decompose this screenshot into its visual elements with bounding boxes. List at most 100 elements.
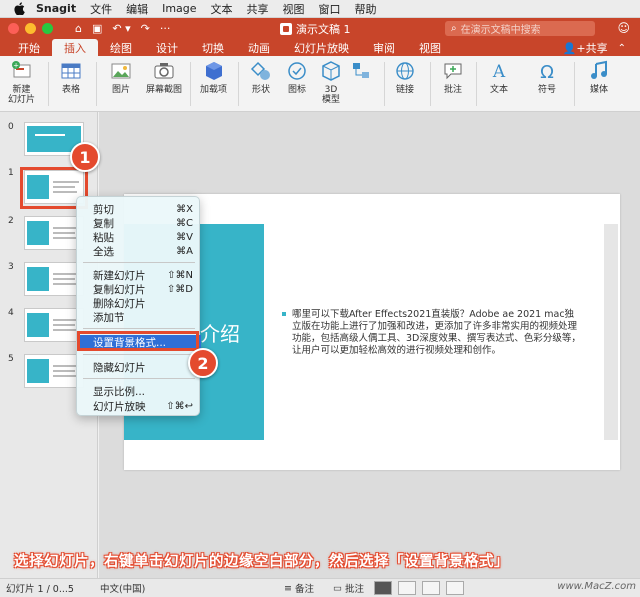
- tab-transitions[interactable]: 切换: [190, 39, 236, 56]
- language-status[interactable]: 中文(中国): [100, 581, 145, 595]
- text-icon: A: [492, 62, 506, 82]
- menu-edit[interactable]: 编辑: [126, 1, 148, 17]
- menu-item-delete-slide[interactable]: 删除幻灯片: [77, 296, 201, 310]
- comment-icon: ▭: [333, 582, 345, 594]
- menu-item-cut[interactable]: 剪切 ⌘X: [77, 202, 201, 216]
- undo-icon[interactable]: ↶ ▾: [112, 22, 130, 35]
- tab-draw[interactable]: 绘图: [98, 39, 144, 56]
- menu-item-duplicate-slide[interactable]: 复制幻灯片 ⇧⌘D: [77, 282, 201, 296]
- tab-animations[interactable]: 动画: [236, 39, 282, 56]
- tab-design[interactable]: 设计: [144, 39, 190, 56]
- camera-icon: [154, 63, 174, 79]
- icons-label: 图标: [287, 85, 306, 95]
- document-title: 演示文稿 1: [280, 21, 351, 37]
- apple-icon[interactable]: [12, 2, 26, 16]
- shapes-label: 形状: [251, 85, 270, 95]
- minimize-window-button[interactable]: [25, 22, 36, 34]
- comment-button[interactable]: 批注: [442, 60, 464, 95]
- table-label: 表格: [61, 85, 80, 95]
- close-window-button[interactable]: [8, 22, 19, 34]
- notes-button[interactable]: ≡ 备注: [284, 581, 314, 596]
- powerpoint-icon: [280, 23, 292, 35]
- save-icon[interactable]: ▣: [92, 22, 102, 35]
- shapes-button[interactable]: 形状: [250, 60, 272, 95]
- omega-icon: Ω: [540, 62, 554, 82]
- slide-scrollbar[interactable]: [604, 224, 618, 440]
- tab-view[interactable]: 视图: [407, 39, 453, 56]
- search-placeholder: 在演示文稿中搜索: [460, 25, 541, 36]
- smartart-button[interactable]: [350, 60, 372, 85]
- media-button[interactable]: 媒体: [588, 60, 610, 95]
- cube-icon: [205, 62, 222, 80]
- search-input[interactable]: ⌕ 在演示文稿中搜索: [445, 21, 595, 36]
- menu-share[interactable]: 共享: [247, 1, 269, 17]
- reading-view-button[interactable]: [422, 581, 440, 595]
- menu-file[interactable]: 文件: [90, 1, 112, 17]
- document-title-text: 演示文稿 1: [296, 23, 351, 36]
- slide-number: 3: [8, 262, 14, 272]
- globe-icon: [396, 62, 414, 80]
- slide-thumbnail-3[interactable]: [24, 262, 84, 296]
- text-button[interactable]: A 文本: [488, 60, 510, 95]
- home-icon[interactable]: ⌂: [75, 22, 82, 35]
- slide-number: 1: [8, 168, 14, 178]
- cube-3d-icon: [322, 61, 340, 81]
- slide-number: 4: [8, 308, 14, 318]
- menu-item-zoom[interactable]: 显示比例...: [77, 384, 201, 398]
- text-label: 文本: [489, 85, 508, 95]
- window-titlebar: ⌂ ▣ ↶ ▾ ↷ ··· 演示文稿 1 ⌕ 在演示文稿中搜索 ☺: [0, 18, 640, 38]
- chevron-up-icon[interactable]: ⌃: [618, 43, 626, 54]
- menu-window[interactable]: 窗口: [319, 1, 341, 17]
- step-badge-1: 1: [70, 142, 100, 172]
- link-button[interactable]: 链接: [394, 60, 416, 95]
- model3d-button[interactable]: 3D 模型: [320, 60, 342, 105]
- share-icon: 👤+: [562, 41, 586, 55]
- picture-button[interactable]: 图片: [110, 60, 132, 95]
- menu-item-select-all[interactable]: 全选 ⌘A: [77, 244, 201, 258]
- slide-thumbnail-4[interactable]: [24, 308, 84, 342]
- slide-thumbnail-5[interactable]: [24, 354, 84, 388]
- menu-help[interactable]: 帮助: [355, 1, 377, 17]
- symbol-button[interactable]: Ω 符号: [536, 60, 558, 95]
- search-icon: ⌕: [451, 23, 457, 34]
- new-slide-button[interactable]: + 新建 幻灯片: [8, 60, 35, 105]
- tab-insert[interactable]: 插入: [52, 39, 98, 56]
- more-icon[interactable]: ···: [160, 22, 171, 35]
- new-slide-label: 新建 幻灯片: [8, 85, 36, 105]
- app-name[interactable]: Snagit: [36, 2, 76, 15]
- tab-slideshow[interactable]: 幻灯片放映: [282, 39, 361, 56]
- menu-item-copy[interactable]: 复制 ⌘C: [77, 216, 201, 230]
- slide-thumbnail-2[interactable]: [24, 216, 84, 250]
- tab-review[interactable]: 审阅: [361, 39, 407, 56]
- slideshow-view-button[interactable]: [446, 581, 464, 595]
- table-button[interactable]: 表格: [60, 60, 82, 95]
- slide-number: 5: [8, 354, 14, 364]
- ribbon-insert: + 新建 幻灯片 表格 图片 屏幕截图 加载项 形状 图标 3D 模型 链接 批…: [0, 56, 640, 112]
- menu-view[interactable]: 视图: [283, 1, 305, 17]
- addins-button[interactable]: 加载项: [200, 60, 227, 95]
- context-menu: 剪切 ⌘X 复制 ⌘C 粘贴 ⌘V 全选 ⌘A 新建幻灯片 ⇧⌘N 复制幻灯片 ⇧⌘D 删除…: [76, 196, 201, 416]
- slide-number: 2: [8, 216, 14, 226]
- zoom-window-button[interactable]: [42, 22, 53, 34]
- menu-item-slideshow[interactable]: 幻灯片放映 ⇧⌘↩: [77, 399, 201, 413]
- icons-button[interactable]: 图标: [286, 60, 308, 95]
- menu-item-hide-slide[interactable]: 隐藏幻灯片: [77, 360, 201, 374]
- menu-image[interactable]: Image: [162, 2, 196, 15]
- share-label: 共享: [585, 42, 608, 55]
- feedback-icon[interactable]: ☺: [617, 21, 630, 35]
- redo-icon[interactable]: ↷: [141, 22, 150, 35]
- comments-button[interactable]: ▭ 批注: [333, 581, 364, 596]
- picture-icon: [111, 63, 131, 79]
- screenshot-button[interactable]: 屏幕截图: [146, 60, 182, 95]
- normal-view-button[interactable]: [374, 581, 392, 595]
- menu-item-add-section[interactable]: 添加节: [77, 310, 201, 324]
- slide-body-text[interactable]: 哪里可以下载After Effects2021直装版？Adobe ae 2021…: [292, 309, 582, 357]
- share-button[interactable]: 👤+ 共享 ⌃: [563, 40, 626, 56]
- model3d-label: 3D 模型: [321, 85, 340, 105]
- symbol-label: 符号: [537, 85, 556, 95]
- menu-item-paste[interactable]: 粘贴 ⌘V: [77, 230, 201, 244]
- menu-text[interactable]: 文本: [211, 1, 233, 17]
- menu-item-new-slide[interactable]: 新建幻灯片 ⇧⌘N: [77, 268, 201, 282]
- tab-home[interactable]: 开始: [6, 39, 52, 56]
- sorter-view-button[interactable]: [398, 581, 416, 595]
